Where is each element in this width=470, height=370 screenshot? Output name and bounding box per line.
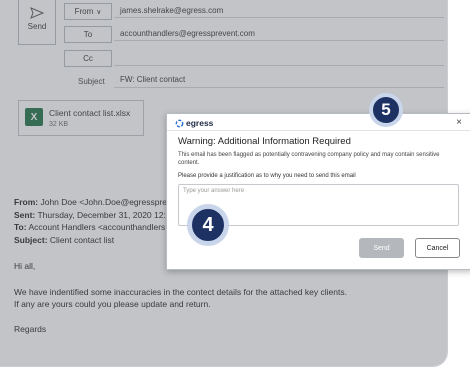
subject-label: Subject xyxy=(78,77,105,86)
from-label: From xyxy=(74,7,94,16)
cc-button[interactable]: Cc xyxy=(64,50,112,67)
excel-icon-letter: X xyxy=(30,111,38,123)
quoted-subject-line: Subject: Client contact list xyxy=(14,235,114,245)
dialog-divider xyxy=(167,130,470,131)
chevron-down-icon: ∨ xyxy=(96,8,102,16)
quoted-from-label: From: xyxy=(14,197,39,207)
quoted-to-value: Account Handlers <accounthandlers xyxy=(28,222,166,232)
to-value: accounthandlers@egressprevent.com xyxy=(120,29,255,38)
cc-label: Cc xyxy=(83,54,93,63)
quoted-sent-line: Sent: Thursday, December 31, 2020 12: xyxy=(14,210,166,220)
to-field[interactable]: accounthandlers@egressprevent.com xyxy=(114,26,444,41)
quoted-from-line: From: John Doe <John.Doe@egressprevent xyxy=(14,197,183,207)
attachment-size: 32 KB xyxy=(49,121,69,128)
to-button[interactable]: To xyxy=(64,26,112,43)
email-paragraph-line-2: If any are yours could you please update… xyxy=(14,299,211,309)
to-label: To xyxy=(83,30,93,39)
justification-placeholder: Type your answer here xyxy=(183,188,245,194)
quoted-subject-label: Subject: xyxy=(14,235,48,245)
quoted-to-line: To: Account Handlers <accounthandlers xyxy=(14,222,165,232)
dialog-send-button[interactable]: Send xyxy=(359,238,404,258)
quoted-sent-label: Sent: xyxy=(14,210,36,220)
excel-file-icon: X xyxy=(25,108,43,126)
subject-value: FW: Client contact xyxy=(120,75,186,84)
justification-prompt: Please provide a justification as to why… xyxy=(178,173,356,179)
quoted-subject-value: Client contact list xyxy=(49,235,115,245)
email-greeting: Hi all, xyxy=(14,261,36,271)
from-button[interactable]: From ∨ xyxy=(64,3,112,20)
email-paragraph-line-1: We have indentified some inaccuracies in… xyxy=(14,287,347,297)
step-marker-5: 5 xyxy=(369,93,403,127)
egress-logo-text: egress xyxy=(186,118,214,128)
close-icon[interactable]: × xyxy=(456,117,462,128)
step-marker-5-number: 5 xyxy=(381,100,391,119)
dialog-cancel-button[interactable]: Cancel xyxy=(415,238,460,258)
egress-warning-dialog: egress × Warning: Additional Information… xyxy=(166,113,470,270)
send-button[interactable]: Send xyxy=(18,0,56,45)
cc-field[interactable] xyxy=(114,50,444,66)
quoted-sent-value: Thursday, December 31, 2020 12: xyxy=(37,210,166,220)
egress-logo: egress xyxy=(175,118,213,128)
dialog-send-label: Send xyxy=(373,244,390,252)
email-signoff: Regards xyxy=(14,324,47,334)
quoted-from-value: John Doe <John.Doe@egressprevent xyxy=(40,197,184,207)
send-icon xyxy=(30,7,44,19)
from-field[interactable]: james.shelrake@egress.com xyxy=(114,3,444,18)
send-button-label: Send xyxy=(27,22,47,31)
step-marker-4-number: 4 xyxy=(202,213,214,236)
step-marker-4: 4 xyxy=(187,204,229,246)
from-value: james.shelrake@egress.com xyxy=(120,6,224,15)
subject-field[interactable]: FW: Client contact xyxy=(114,72,444,88)
dialog-title: Warning: Additional Information Required xyxy=(178,136,351,147)
attachment-name: Client contact list.xlsx xyxy=(49,108,131,118)
quoted-to-label: To: xyxy=(14,222,27,232)
dialog-cancel-label: Cancel xyxy=(426,244,449,252)
attachment-tile[interactable]: X Client contact list.xlsx 32 KB xyxy=(18,100,144,136)
dialog-message: This email has been flagged as potential… xyxy=(178,152,440,166)
egress-logo-icon xyxy=(175,119,184,127)
